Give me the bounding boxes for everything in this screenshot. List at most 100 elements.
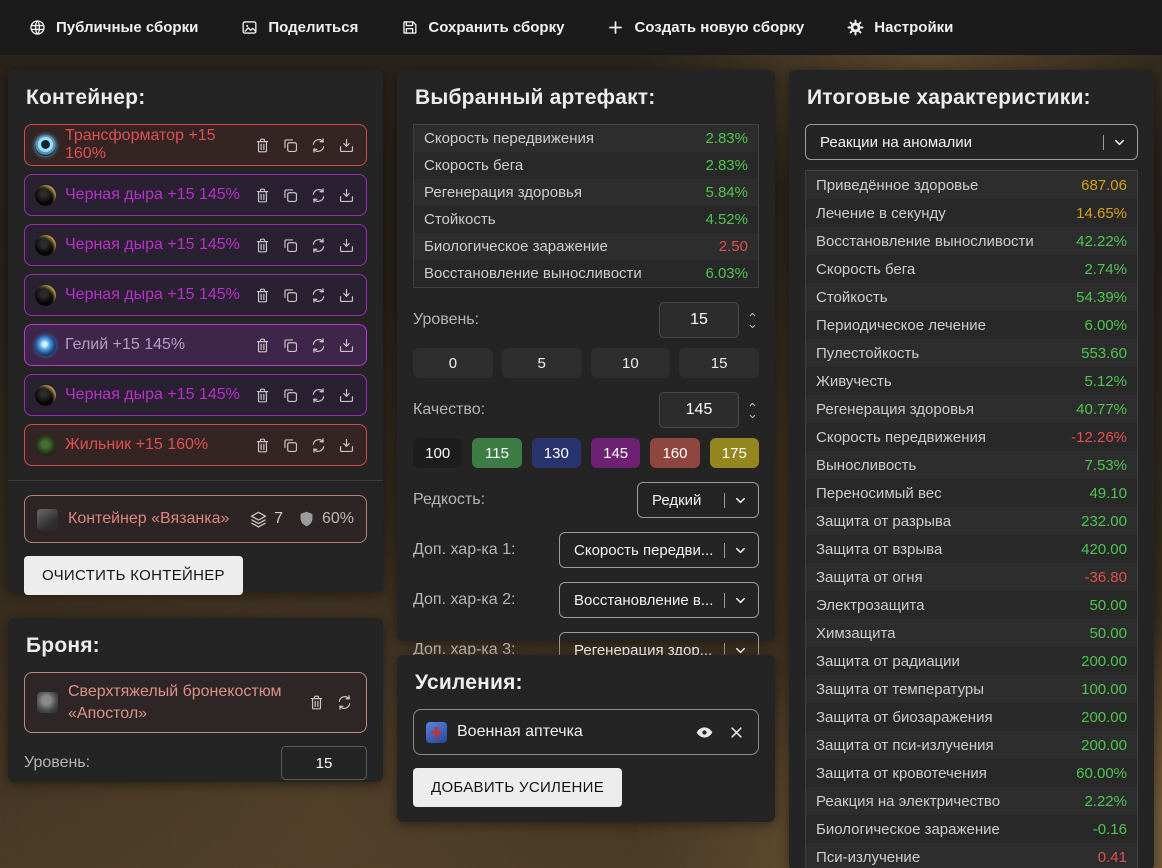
save-artifact-icon[interactable] [337, 436, 356, 455]
extra-stat-value: Восстановление в... [574, 592, 713, 609]
container-item[interactable]: Черная дыра +15 145% [24, 174, 367, 216]
totals-filter-dropdown[interactable]: Реакции на аномалии [805, 124, 1138, 160]
spinner-up-icon[interactable] [746, 310, 759, 319]
totals-panel: Итоговые характеристики: Реакции на аном… [789, 70, 1154, 868]
trash-icon[interactable] [253, 436, 272, 455]
trash-icon[interactable] [253, 136, 272, 155]
replace-icon[interactable] [309, 436, 328, 455]
close-icon[interactable] [727, 723, 746, 742]
spinner-down-icon[interactable] [746, 412, 759, 421]
armor-panel: Броня: Сверхтяжелый бронекостюм «Апостол… [8, 618, 383, 782]
quality-preset-button[interactable]: 175 [710, 438, 759, 468]
duplicate-icon[interactable] [281, 286, 300, 305]
stat-value: 2.50 [719, 238, 748, 255]
toolbar-button-share[interactable]: Поделиться [240, 18, 358, 37]
quality-preset-button[interactable]: 130 [532, 438, 581, 468]
stat-row: Реакция на электричество2.22% [806, 787, 1137, 815]
container-item[interactable]: Черная дыра +15 145% [24, 224, 367, 266]
replace-icon[interactable] [309, 136, 328, 155]
toolbar-button-new-build[interactable]: Создать новую сборку [606, 18, 804, 37]
quality-input[interactable] [659, 392, 739, 428]
extra-stat-row: Доп. хар-ка 2: Восстановление в... [413, 582, 759, 618]
save-artifact-icon[interactable] [337, 286, 356, 305]
quality-preset-button[interactable]: 115 [472, 438, 521, 468]
replace-icon[interactable] [309, 386, 328, 405]
quality-preset-button[interactable]: 145 [591, 438, 640, 468]
trash-icon[interactable] [253, 186, 272, 205]
duplicate-icon[interactable] [281, 236, 300, 255]
level-presets: 0 5 10 15 [413, 348, 759, 378]
replace-icon[interactable] [309, 286, 328, 305]
container-item[interactable]: Черная дыра +15 145% [24, 274, 367, 316]
stat-row: Скорость бега2.83% [414, 152, 758, 179]
replace-icon[interactable] [309, 336, 328, 355]
stat-row: Лечение в секунду14.65% [806, 199, 1137, 227]
level-preset-button[interactable]: 5 [502, 348, 582, 378]
stat-row: Защита от разрыва232.00 [806, 507, 1137, 535]
toolbar-button-settings[interactable]: Настройки [846, 18, 953, 37]
save-artifact-icon[interactable] [337, 186, 356, 205]
duplicate-icon[interactable] [281, 186, 300, 205]
toolbar-button-save-build[interactable]: Сохранить сборку [400, 18, 564, 37]
stat-value: 0.41 [1098, 849, 1127, 866]
trash-icon[interactable] [253, 336, 272, 355]
level-input[interactable] [659, 302, 739, 338]
container-item[interactable]: Жильник +15 160% [24, 424, 367, 466]
artifact-icon [35, 185, 56, 206]
trash-icon[interactable] [253, 286, 272, 305]
rarity-dropdown[interactable]: Редкий [637, 482, 759, 518]
save-artifact-icon[interactable] [337, 336, 356, 355]
duplicate-icon[interactable] [281, 136, 300, 155]
eye-icon[interactable] [695, 723, 714, 742]
trash-icon[interactable] [253, 236, 272, 255]
replace-icon[interactable] [335, 693, 354, 712]
replace-icon[interactable] [309, 186, 328, 205]
item-actions [253, 286, 356, 305]
stat-row: Переносимый вес49.10 [806, 479, 1137, 507]
stat-row: Живучесть5.12% [806, 367, 1137, 395]
dropdown-divider [1103, 135, 1104, 150]
add-boost-button[interactable]: ДОБАВИТЬ УСИЛЕНИЕ [413, 768, 622, 807]
container-item[interactable]: Черная дыра +15 145% [24, 374, 367, 416]
container-item-selected[interactable]: Гелий +15 145% [24, 324, 367, 366]
level-preset-button[interactable]: 0 [413, 348, 493, 378]
quality-preset-button[interactable]: 100 [413, 438, 462, 468]
spinner-down-icon[interactable] [746, 322, 759, 331]
duplicate-icon[interactable] [281, 436, 300, 455]
duplicate-icon[interactable] [281, 336, 300, 355]
chevron-down-icon [1112, 135, 1127, 150]
chevron-down-icon [733, 543, 748, 558]
stat-row: Восстановление выносливости42.22% [806, 227, 1137, 255]
trash-icon[interactable] [253, 386, 272, 405]
stat-row: Защита от пси-излучения200.00 [806, 731, 1137, 759]
stat-row: Защита от радиации200.00 [806, 647, 1137, 675]
stat-value: 4.52% [705, 211, 748, 228]
extra-stat-dropdown[interactable]: Скорость передви... [559, 532, 759, 568]
duplicate-icon[interactable] [281, 386, 300, 405]
artifact-name: Черная дыра +15 145% [65, 236, 240, 254]
save-artifact-icon[interactable] [337, 236, 356, 255]
layers-icon [248, 509, 269, 530]
save-artifact-icon[interactable] [337, 136, 356, 155]
stat-row: Регенерация здоровья40.77% [806, 395, 1137, 423]
quality-preset-button[interactable]: 160 [650, 438, 699, 468]
plus-icon [606, 18, 625, 37]
boost-item[interactable]: Военная аптечка [413, 709, 759, 755]
container-item[interactable]: Трансформатор +15 160% [24, 124, 367, 166]
item-actions [253, 336, 356, 355]
boost-actions [695, 723, 746, 742]
container-vessel[interactable]: Контейнер «Вязанка» 7 60% [24, 495, 367, 543]
item-actions [253, 386, 356, 405]
armor-level-input[interactable] [281, 746, 367, 780]
spinner-up-icon[interactable] [746, 400, 759, 409]
replace-icon[interactable] [309, 236, 328, 255]
save-artifact-icon[interactable] [337, 386, 356, 405]
armor-item[interactable]: Сверхтяжелый бронекостюм «Апостол» [24, 672, 367, 733]
trash-icon[interactable] [307, 693, 326, 712]
stat-value: 42.22% [1076, 233, 1127, 250]
level-preset-button[interactable]: 15 [679, 348, 759, 378]
level-preset-button[interactable]: 10 [591, 348, 671, 378]
toolbar-button-public-builds[interactable]: Публичные сборки [28, 18, 198, 37]
extra-stat-dropdown[interactable]: Восстановление в... [559, 582, 759, 618]
clear-container-button[interactable]: ОЧИСТИТЬ КОНТЕЙНЕР [24, 556, 243, 595]
